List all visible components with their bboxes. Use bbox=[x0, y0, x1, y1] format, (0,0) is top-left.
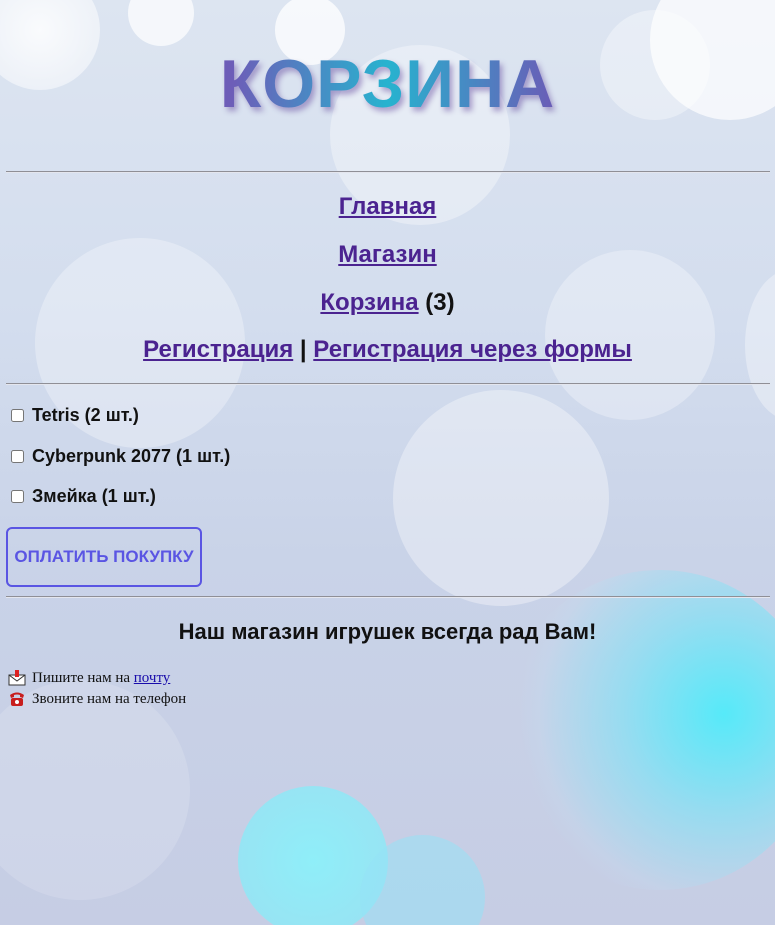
cart-item[interactable]: Змейка (1 шт.) bbox=[10, 485, 156, 507]
cart-item[interactable]: Cyberpunk 2077 (1 шт.) bbox=[10, 445, 230, 467]
cart-item-label: Змейка (1 шт.) bbox=[32, 485, 156, 506]
nav-link-home[interactable]: Главная bbox=[339, 193, 437, 220]
cart-item-checkbox[interactable] bbox=[11, 408, 24, 422]
nav-shop-row: Магазин bbox=[0, 241, 775, 269]
footer-heading: Наш магазин игрушек всегда рад Вам! bbox=[178, 619, 597, 644]
mail-link[interactable]: почту bbox=[134, 668, 171, 688]
footer-divider bbox=[6, 596, 770, 598]
nav-link-register-forms[interactable]: Регистрация через формы bbox=[313, 336, 632, 363]
cart-item[interactable]: Tetris (2 шт.) bbox=[10, 404, 139, 426]
pay-button[interactable]: ОПЛАТИТЬ ПОКУПКУ bbox=[6, 527, 202, 587]
cart-item-checkbox[interactable] bbox=[11, 489, 24, 503]
contact-phone-text: Звоните нам на телефон bbox=[32, 691, 187, 707]
cart-item-label: Cyberpunk 2077 (1 шт.) bbox=[32, 445, 231, 466]
nav-divider bbox=[6, 383, 770, 385]
nav-register-row: Регистрация | Регистрация через формы bbox=[0, 336, 775, 364]
nav-home-row: Главная bbox=[0, 193, 775, 221]
nav-link-register[interactable]: Регистрация bbox=[143, 336, 293, 363]
cart-item-checkbox[interactable] bbox=[11, 449, 24, 463]
contact-mail-text: Пишите нам на bbox=[32, 670, 131, 686]
cart-item-label: Tetris (2 шт.) bbox=[32, 404, 139, 425]
mail-icon bbox=[8, 670, 26, 686]
contact-mail-line: Пишите нам на почту bbox=[8, 668, 170, 688]
nav-separator: | bbox=[299, 336, 307, 363]
nav-cart-row: Корзина (3) bbox=[0, 289, 775, 317]
phone-icon bbox=[8, 691, 26, 707]
cart-count: (3) bbox=[425, 289, 455, 316]
nav-link-cart[interactable]: Корзина bbox=[320, 289, 418, 316]
page-title: КОРЗИНА bbox=[0, 46, 775, 122]
nav-link-shop[interactable]: Магазин bbox=[338, 241, 436, 268]
top-divider bbox=[6, 171, 770, 173]
contact-phone-line: Звоните нам на телефон bbox=[8, 689, 186, 709]
